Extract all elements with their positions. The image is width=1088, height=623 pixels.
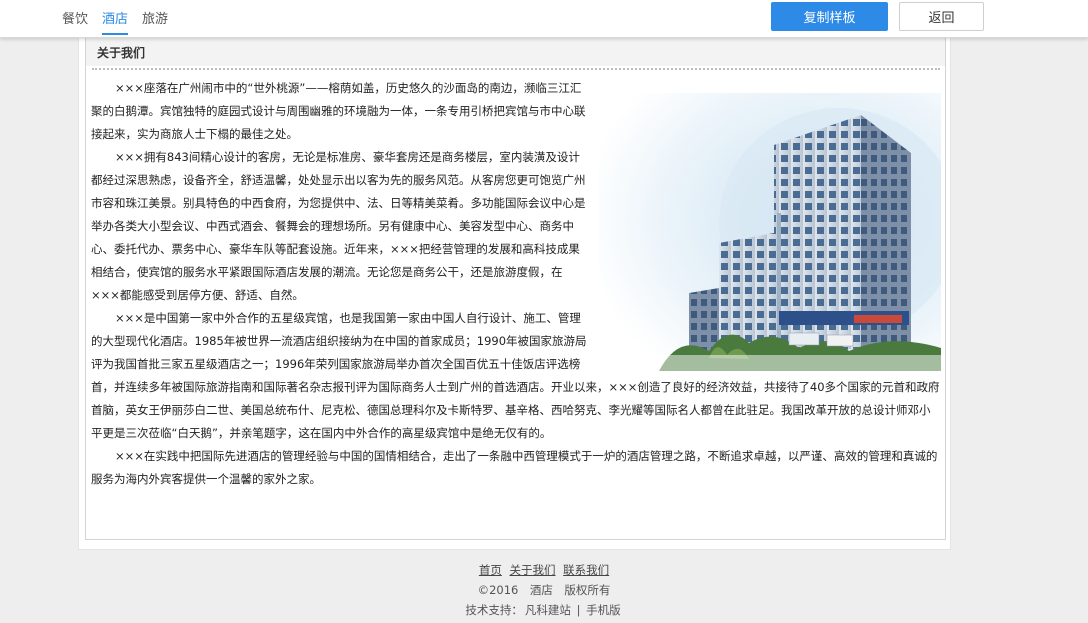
footer-copyright: ©2016 酒店 版权所有 — [477, 583, 611, 597]
support-prefix: 技术支持： — [465, 603, 523, 617]
footer-separator: | — [576, 603, 581, 617]
tab-hotel[interactable]: 酒店 — [102, 8, 129, 35]
category-tabs: 餐饮 酒店 旅游 — [62, 8, 168, 35]
about-paragraph-4: ×××在实践中把国际先进酒店的管理经验与中国的国情相结合，走出了一条融中西管理模… — [91, 449, 938, 486]
mobile-version-link[interactable]: 手机版 — [586, 603, 621, 617]
footer-nav: 首页 关于我们 联系我们 — [0, 560, 1088, 580]
dotted-divider — [92, 66, 940, 70]
footer-link-contact[interactable]: 联系我们 — [563, 563, 609, 577]
about-content: ×××座落在广州闹市中的“世外桃源”——榕荫如盖，历史悠久的沙面岛的南边，濒临三… — [91, 77, 941, 491]
copy-template-button[interactable]: 复制样板 — [771, 2, 888, 31]
page-card: 关于我们 ×××座落在广州闹市中的“世外桃源”——榕荫如盖，历史悠久的沙面岛的南… — [78, 38, 951, 550]
back-button[interactable]: 返回 — [899, 2, 984, 31]
panel-title: 关于我们 — [86, 38, 945, 66]
page-footer: 首页 关于我们 联系我们 ©2016 酒店 版权所有 技术支持： 凡科建站 | 手… — [0, 560, 1088, 620]
hotel-photo — [599, 93, 941, 371]
top-toolbar: 餐饮 酒店 旅游 复制样板 返回 — [0, 0, 1088, 38]
support-link[interactable]: 凡科建站 — [525, 603, 571, 617]
tab-travel[interactable]: 旅游 — [142, 8, 168, 35]
footer-support: 技术支持： 凡科建站 | 手机版 — [0, 600, 1088, 620]
about-panel: 关于我们 ×××座落在广州闹市中的“世外桃源”——榕荫如盖，历史悠久的沙面岛的南… — [85, 38, 946, 540]
footer-link-home[interactable]: 首页 — [479, 563, 502, 577]
footer-link-about[interactable]: 关于我们 — [510, 563, 556, 577]
tab-catering[interactable]: 餐饮 — [62, 8, 88, 35]
